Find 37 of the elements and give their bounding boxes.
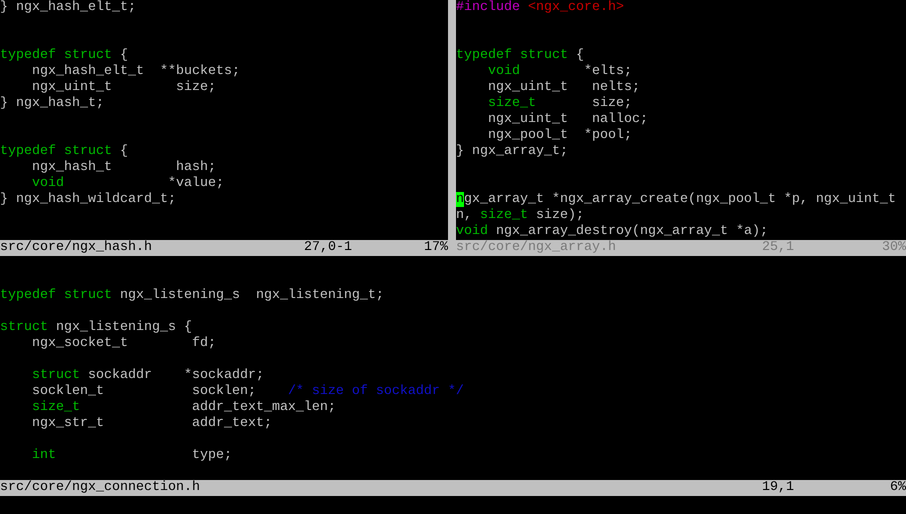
code-line: ngx_uint_t nelts; <box>486 80 640 96</box>
file-name: src/core/ngx_hash.h <box>0 240 152 255</box>
code-line: size_t addr_text_max_len; <box>30 400 336 416</box>
code-line: ngx_array_t *ngx_array_create(ngx_pool_t *p, ngx_uint_t <box>456 192 896 208</box>
code-line: ngx_hash_elt_t **buckets; <box>30 64 240 80</box>
code-line: typedef struct { <box>0 144 128 160</box>
code-line: typedef struct { <box>456 48 584 64</box>
code-line: } ngx_hash_elt_t; <box>0 0 136 16</box>
file-name: src/core/ngx_array.h <box>456 240 616 255</box>
code-line: ngx_uint_t size; <box>30 80 216 96</box>
code-line: void ngx_array_destroy(ngx_array_t *a); <box>456 224 768 240</box>
code-line: struct sockaddr *sockaddr; <box>30 368 264 384</box>
code-line: ngx_str_t addr_text; <box>30 416 272 432</box>
cursor-position: 19,1 <box>762 480 794 496</box>
code-line: void *value; <box>30 176 224 192</box>
code-line: typedef struct ngx_listening_s ngx_listening_t; <box>0 288 384 304</box>
scroll-percent: 17% <box>424 240 448 256</box>
cursor-position: 27,0-1 <box>304 240 352 256</box>
code-line: } ngx_hash_t; <box>0 96 104 112</box>
code-line: socklen_t socklen; /* size of sockaddr */ <box>30 384 464 400</box>
code-line: typedef struct { <box>0 48 128 64</box>
code-line: int type; <box>30 448 232 464</box>
scroll-percent: 6% <box>890 480 906 496</box>
cursor-position: 25,1 <box>762 240 794 256</box>
code-line: ngx_pool_t *pool; <box>486 128 632 144</box>
code-line: ngx_socket_t fd; <box>30 336 216 352</box>
code-line: #include <ngx_core.h> <box>456 0 624 16</box>
code-line: void *elts; <box>486 64 632 80</box>
scroll-percent: 30% <box>882 240 906 256</box>
code-line: } ngx_hash_wildcard_t; <box>0 192 176 208</box>
code-line: ngx_hash_t hash; <box>30 160 216 176</box>
file-name: src/core/ngx_connection.h <box>0 480 200 495</box>
code-line: size_t size; <box>486 96 632 112</box>
code-line: n, size_t size); <box>456 208 584 224</box>
code-line: struct ngx_listening_s { <box>0 320 192 336</box>
code-line: } ngx_array_t; <box>456 144 568 160</box>
code-line: ngx_uint_t nalloc; <box>486 112 648 128</box>
